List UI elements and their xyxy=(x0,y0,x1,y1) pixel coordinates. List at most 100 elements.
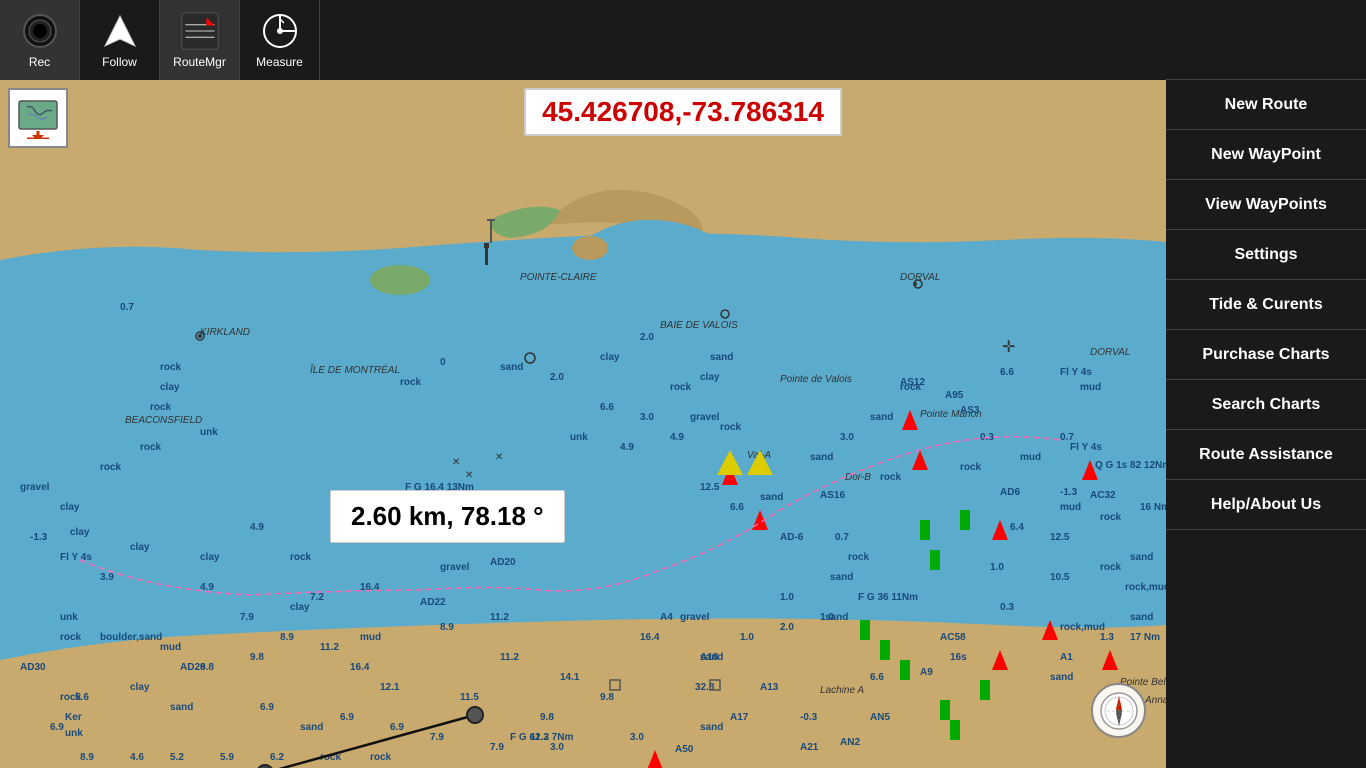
svg-text:sand: sand xyxy=(700,722,723,733)
svg-text:rock: rock xyxy=(140,442,162,453)
new-route-label: New Route xyxy=(1225,96,1308,114)
svg-text:clay: clay xyxy=(160,382,180,393)
svg-text:rock: rock xyxy=(880,472,902,483)
new-route-button[interactable]: New Route xyxy=(1166,80,1366,130)
svg-text:sand: sand xyxy=(870,412,893,423)
svg-text:Annabelle-Beach: Annabelle-Beach xyxy=(1144,695,1166,706)
svg-text:AC58: AC58 xyxy=(940,632,966,643)
svg-text:mud: mud xyxy=(360,632,381,643)
svg-text:-1.3: -1.3 xyxy=(1060,487,1078,498)
svg-text:3.0: 3.0 xyxy=(640,412,654,423)
svg-text:32.8: 32.8 xyxy=(695,682,715,693)
svg-text:rock: rock xyxy=(960,462,982,473)
svg-text:rock: rock xyxy=(1100,562,1122,573)
svg-text:6.2: 6.2 xyxy=(270,752,284,763)
toolbar: Rec Follow RouteMgr xyxy=(0,0,1166,80)
svg-text:16.4: 16.4 xyxy=(640,632,660,643)
svg-text:clay: clay xyxy=(60,502,80,513)
svg-text:11.2: 11.2 xyxy=(490,612,509,623)
compass-button[interactable] xyxy=(1091,683,1146,738)
svg-text:unk: unk xyxy=(60,612,78,623)
svg-text:AD22: AD22 xyxy=(420,597,446,608)
svg-text:gravel: gravel xyxy=(20,482,50,493)
svg-text:5.2: 5.2 xyxy=(170,752,184,763)
svg-text:7.9: 7.9 xyxy=(430,732,444,743)
follow-button[interactable]: Follow xyxy=(80,0,160,80)
svg-text:✛: ✛ xyxy=(1002,339,1015,356)
svg-text:AD-6: AD-6 xyxy=(780,532,804,543)
svg-text:gravel: gravel xyxy=(440,562,470,573)
svg-text:7.9: 7.9 xyxy=(240,612,254,623)
rec-button[interactable]: Rec xyxy=(0,0,80,80)
svg-text:3.0: 3.0 xyxy=(630,732,644,743)
new-waypoint-button[interactable]: New WayPoint xyxy=(1166,130,1366,180)
measure-button[interactable]: Measure xyxy=(240,0,320,80)
svg-text:6.9: 6.9 xyxy=(260,702,274,713)
svg-text:rock: rock xyxy=(848,552,870,563)
purchase-charts-button[interactable]: Purchase Charts xyxy=(1166,330,1366,380)
routemgr-label: RouteMgr xyxy=(173,55,226,69)
settings-button[interactable]: Settings xyxy=(1166,230,1366,280)
view-waypoints-button[interactable]: View WayPoints xyxy=(1166,180,1366,230)
svg-text:AS12: AS12 xyxy=(900,377,925,388)
purchase-charts-label: Purchase Charts xyxy=(1202,346,1329,364)
help-about-button[interactable]: Help/About Us xyxy=(1166,480,1366,530)
svg-text:6.6: 6.6 xyxy=(870,672,884,683)
route-assistance-button[interactable]: Route Assistance xyxy=(1166,430,1366,480)
svg-text:5.9: 5.9 xyxy=(220,752,234,763)
svg-text:A18: A18 xyxy=(700,652,719,663)
tide-currents-button[interactable]: Tide & Curents xyxy=(1166,280,1366,330)
view-waypoints-label: View WayPoints xyxy=(1205,196,1327,214)
svg-text:11.2: 11.2 xyxy=(320,642,339,653)
svg-text:mud: mud xyxy=(160,642,181,653)
svg-text:clay: clay xyxy=(600,352,620,363)
svg-text:10.5: 10.5 xyxy=(1050,572,1070,583)
svg-text:AD6: AD6 xyxy=(1000,487,1020,498)
svg-text:Q G 1s 82 12Nm: Q G 1s 82 12Nm xyxy=(1095,460,1166,471)
svg-text:3.0: 3.0 xyxy=(550,742,564,753)
search-charts-button[interactable]: Search Charts xyxy=(1166,380,1366,430)
svg-text:sand: sand xyxy=(300,722,323,733)
svg-text:4.9: 4.9 xyxy=(620,442,634,453)
svg-text:AD20: AD20 xyxy=(490,557,516,568)
svg-text:14.1: 14.1 xyxy=(560,672,580,683)
svg-text:0: 0 xyxy=(440,357,446,368)
svg-text:rock: rock xyxy=(290,552,312,563)
svg-text:unk: unk xyxy=(65,728,83,739)
svg-text:16s: 16s xyxy=(950,652,967,663)
svg-text:clay: clay xyxy=(200,552,220,563)
coordinates-display: 45.426708,-73.786314 xyxy=(524,88,842,136)
svg-text:rock: rock xyxy=(670,382,692,393)
svg-text:0.7: 0.7 xyxy=(120,302,134,313)
map-area[interactable]: 0.7 rock clay 4.9 rock clay 16.4 2.0 gra… xyxy=(0,80,1166,768)
svg-text:9.8: 9.8 xyxy=(600,692,614,703)
svg-text:AN5: AN5 xyxy=(870,712,890,723)
measure-label: Measure xyxy=(256,55,303,69)
measure-tooltip: 2.60 km, 78.18 ° xyxy=(330,490,565,543)
svg-text:1.0: 1.0 xyxy=(780,592,794,603)
measure-text: 2.60 km, 78.18 ° xyxy=(351,501,544,531)
svg-text:-1.3: -1.3 xyxy=(30,532,48,543)
svg-text:BAIE DE VALOIS: BAIE DE VALOIS xyxy=(660,320,738,331)
routemgr-button[interactable]: RouteMgr xyxy=(160,0,240,80)
svg-text:A4: A4 xyxy=(660,612,673,623)
svg-text:mud: mud xyxy=(1080,382,1101,393)
download-button[interactable] xyxy=(8,88,68,148)
svg-text:17 Nm: 17 Nm xyxy=(1130,632,1160,643)
svg-text:rock: rock xyxy=(1100,512,1122,523)
follow-label: Follow xyxy=(102,55,137,69)
svg-text:sand: sand xyxy=(760,492,783,503)
svg-text:8.9: 8.9 xyxy=(80,752,94,763)
svg-text:Dor-B: Dor-B xyxy=(845,472,871,483)
svg-text:7.9: 7.9 xyxy=(490,742,504,753)
svg-text:sand: sand xyxy=(825,612,848,623)
svg-text:rock,mud: rock,mud xyxy=(1060,622,1105,633)
svg-text:rock: rock xyxy=(100,462,122,473)
svg-text:7.2: 7.2 xyxy=(310,592,324,603)
search-charts-label: Search Charts xyxy=(1212,396,1321,414)
svg-text:4.6: 4.6 xyxy=(130,752,144,763)
svg-text:A50: A50 xyxy=(675,744,694,755)
svg-text:4.9: 4.9 xyxy=(250,522,264,533)
svg-text:clay: clay xyxy=(70,527,90,538)
svg-text:9.8: 9.8 xyxy=(540,712,554,723)
